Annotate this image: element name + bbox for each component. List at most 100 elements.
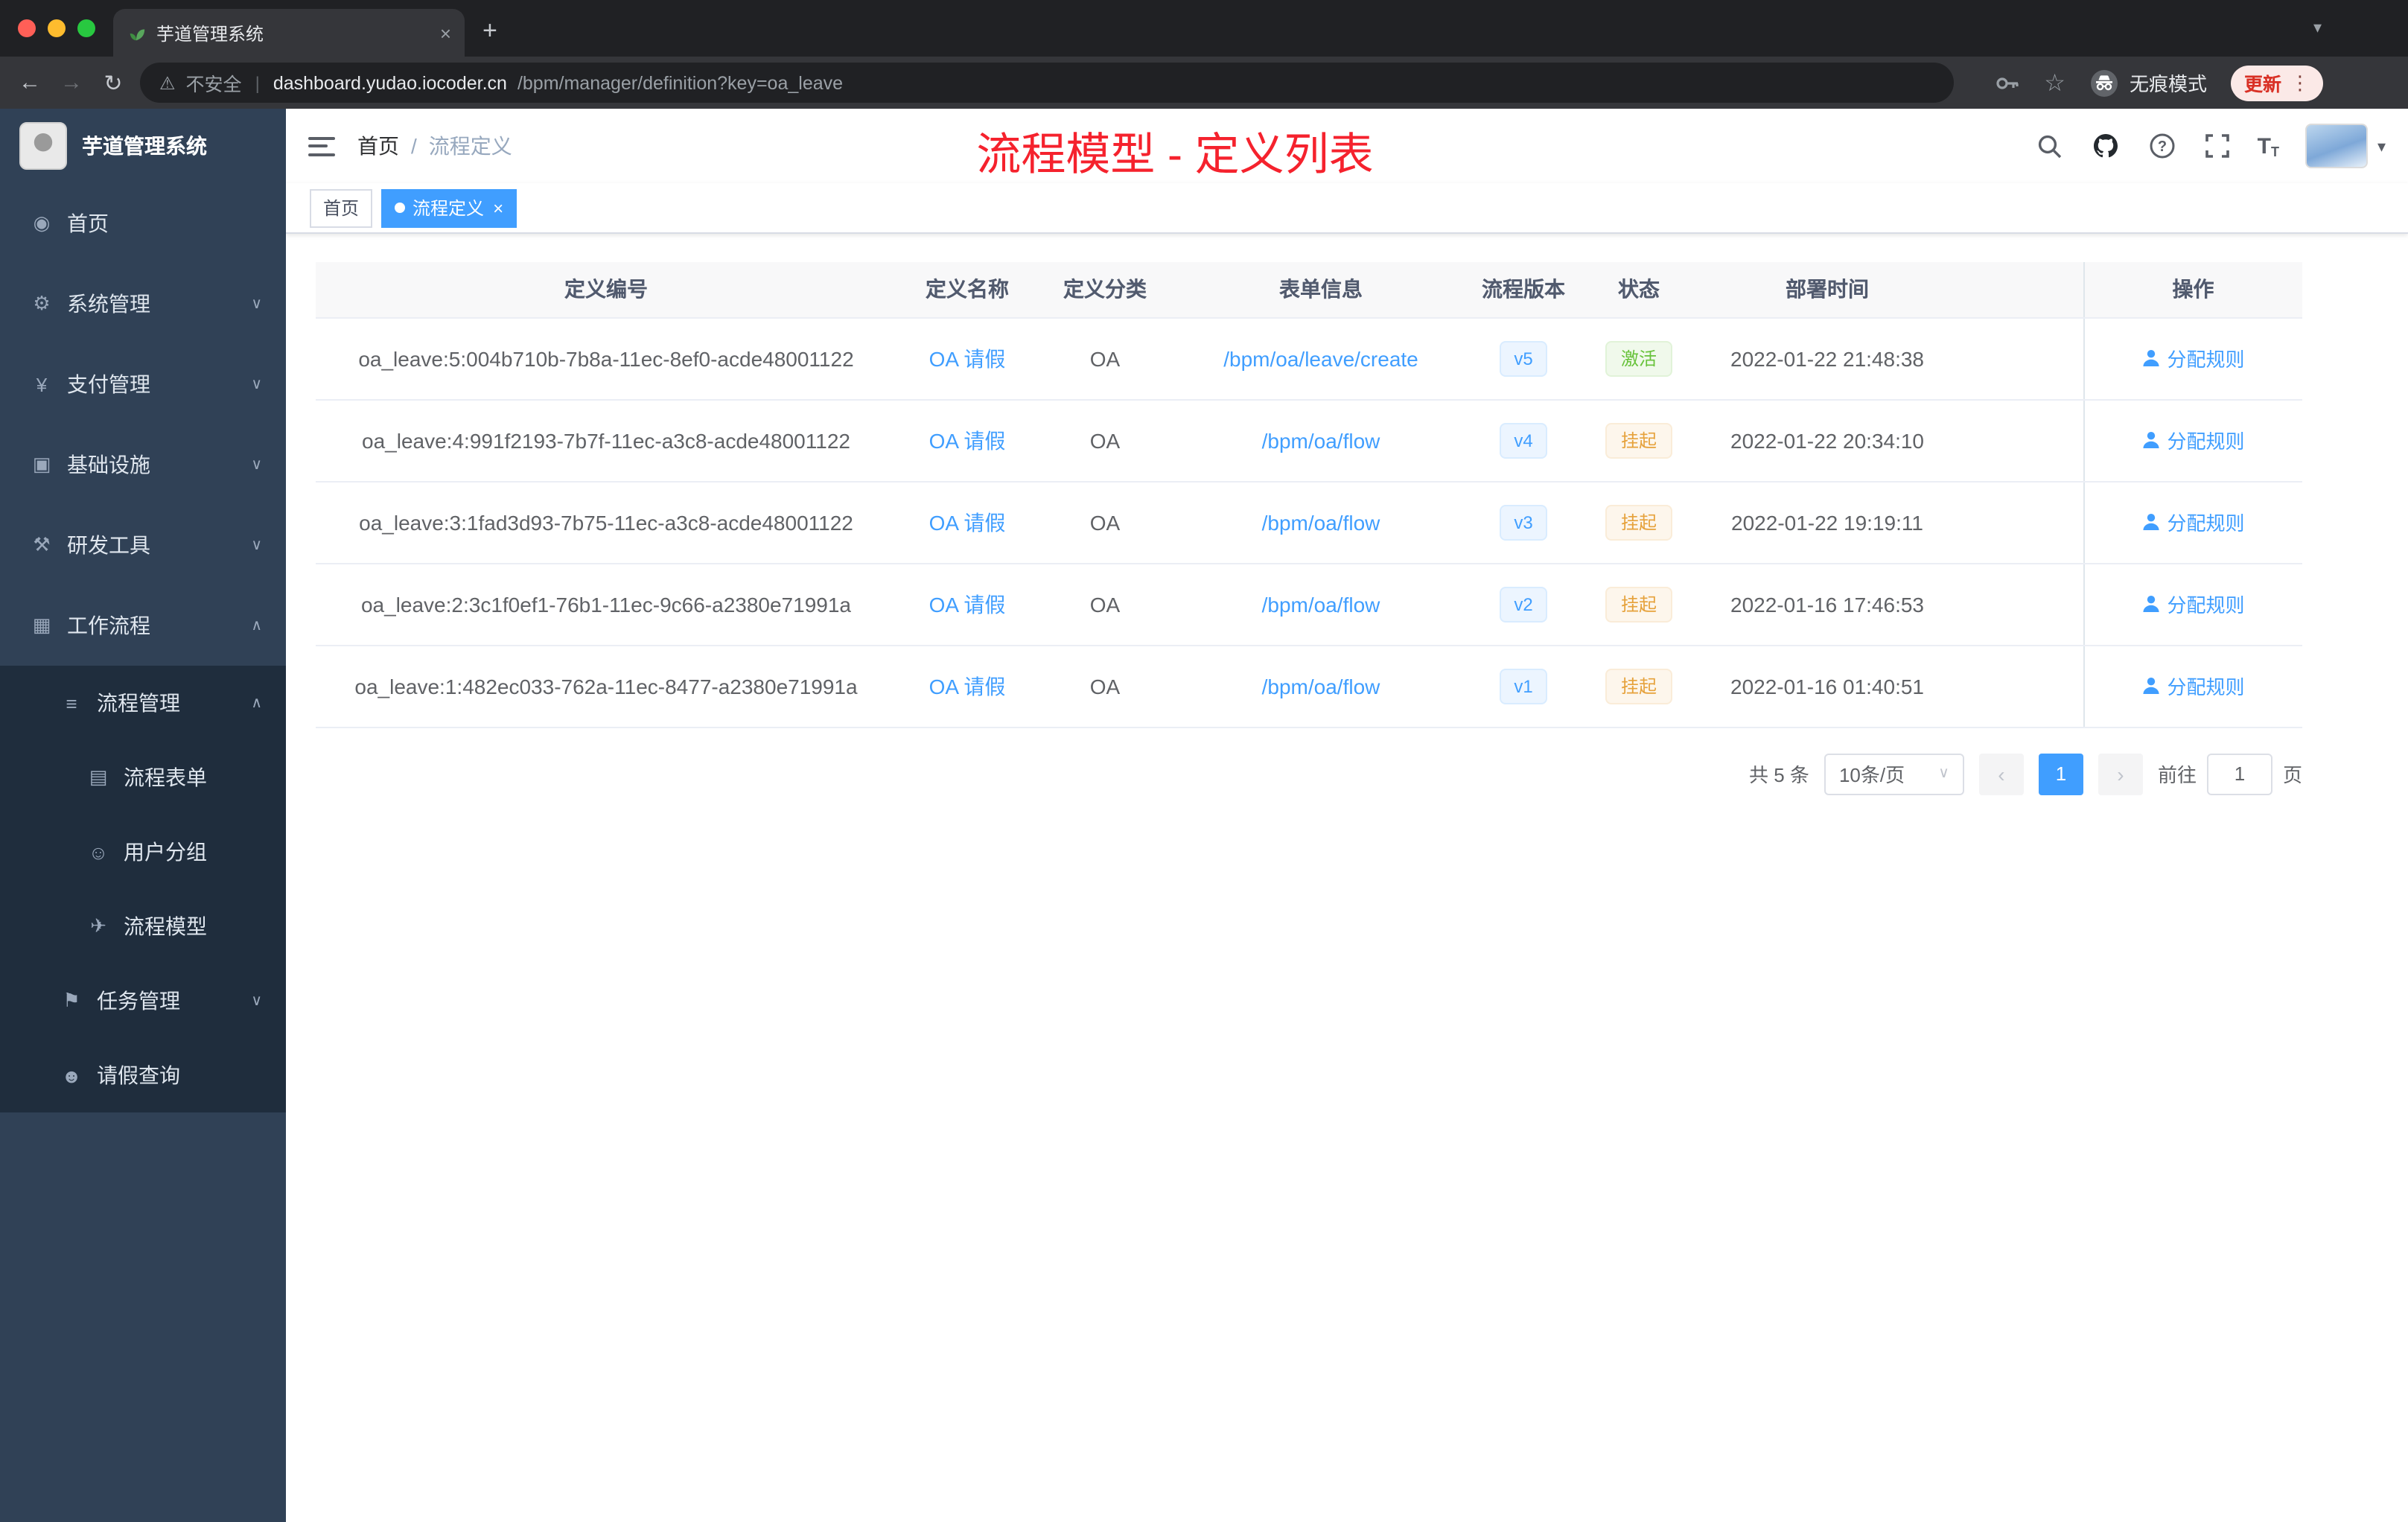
tag-process-definition[interactable]: 流程定义 × <box>381 188 517 227</box>
col-category: 定义分类 <box>1038 262 1172 318</box>
hamburger-icon[interactable] <box>308 136 335 156</box>
col-form-info: 表单信息 <box>1172 262 1470 318</box>
cell-form-link[interactable]: /bpm/oa/flow <box>1172 399 1470 482</box>
browser-tab[interactable]: 芋道管理系统 × <box>113 9 465 57</box>
user-icon <box>2143 596 2160 612</box>
sidebar-item-leave-query[interactable]: ☻ 请假查询 <box>0 1038 286 1112</box>
fullscreen-icon[interactable] <box>2204 133 2231 159</box>
sidebar-item-devtools[interactable]: ⚒ 研发工具 ∨ <box>0 505 286 585</box>
cell-definition-id: oa_leave:2:3c1f0ef1-76b1-11ec-9c66-a2380… <box>316 563 896 646</box>
browser-tabstrip: 芋道管理系统 × + ▾ <box>0 0 2408 57</box>
cell-action: 分配规则 <box>2083 645 2302 727</box>
cell-version: v2 <box>1470 563 1577 646</box>
cell-version: v4 <box>1470 399 1577 482</box>
sidebar-item-label: 支付管理 <box>67 372 150 396</box>
version-tag: v1 <box>1499 668 1548 704</box>
prev-page-button[interactable]: ‹ <box>1978 753 2024 795</box>
goto-page-input[interactable] <box>2206 753 2272 795</box>
user-avatar[interactable] <box>2305 124 2369 168</box>
assign-rule-link[interactable]: 分配规则 <box>2141 344 2245 372</box>
screen: 芋道管理系统 × + ▾ ← → ↻ ⚠ 不安全 | dashboard.yud… <box>0 0 2408 1522</box>
assign-rule-link[interactable]: 分配规则 <box>2141 508 2245 536</box>
password-key-icon[interactable] <box>1993 69 2020 96</box>
sidebar-item-process-model[interactable]: ✈ 流程模型 <box>0 889 286 964</box>
assign-rule-link[interactable]: 分配规则 <box>2141 590 2245 618</box>
cell-form-link[interactable]: /bpm/oa/leave/create <box>1172 317 1470 400</box>
next-page-button[interactable]: › <box>2098 753 2143 795</box>
sidebar-item-label: 任务管理 <box>97 989 180 1013</box>
tag-home[interactable]: 首页 <box>310 188 373 227</box>
cell-definition-name[interactable]: OA 请假 <box>896 399 1038 482</box>
assign-rule-link[interactable]: 分配规则 <box>2141 672 2245 700</box>
window-minimize-button[interactable] <box>48 19 66 37</box>
cell-category: OA <box>1038 645 1172 727</box>
goto-label: 前往 <box>2157 764 2197 786</box>
assign-rule-label: 分配规则 <box>2167 348 2245 371</box>
new-tab-button[interactable]: + <box>482 16 497 46</box>
cell-version: v3 <box>1470 481 1577 564</box>
cell-form-link[interactable]: /bpm/oa/flow <box>1172 481 1470 564</box>
sidebar-item-payment[interactable]: ¥ 支付管理 ∨ <box>0 344 286 424</box>
cell-filler <box>1954 563 2083 646</box>
cell-action: 分配规则 <box>2083 399 2302 482</box>
cell-version: v5 <box>1470 317 1577 400</box>
tag-close-icon[interactable]: × <box>493 197 503 218</box>
tab-search-icon[interactable]: ▾ <box>2313 18 2322 37</box>
assign-rule-link[interactable]: 分配规则 <box>2141 426 2245 454</box>
breadcrumb-current: 流程定义 <box>428 134 512 158</box>
cell-category: OA <box>1038 399 1172 482</box>
cell-form-link[interactable]: /bpm/oa/flow <box>1172 645 1470 727</box>
page-size-select[interactable]: 10条/页 ∨ <box>1823 753 1964 795</box>
sidebar-menu: ◉ 首页 ⚙ 系统管理 ∨ ¥ 支付管理 ∨ ▣ 基础设施 ∨ ⚒ 研发工具 ∨ ▦ 工作流程 ∧ ≡ 流程管理 ∧ ▤… <box>0 183 286 1112</box>
cell-deploy-time: 2022-01-16 17:46:53 <box>1701 563 1954 646</box>
sidebar-item-label: 基础设施 <box>67 453 150 477</box>
forward-icon[interactable]: → <box>54 70 89 95</box>
sidebar-item-home[interactable]: ◉ 首页 <box>0 183 286 264</box>
cell-definition-name[interactable]: OA 请假 <box>896 645 1038 727</box>
search-icon[interactable] <box>2036 132 2064 160</box>
sidebar-item-process-management[interactable]: ≡ 流程管理 ∧ <box>0 666 286 740</box>
cell-action: 分配规则 <box>2083 563 2302 646</box>
sidebar-item-infrastructure[interactable]: ▣ 基础设施 ∨ <box>0 424 286 505</box>
tag-label: 流程定义 <box>413 198 485 219</box>
window-close-button[interactable] <box>18 19 36 37</box>
sidebar-item-workflow[interactable]: ▦ 工作流程 ∧ <box>0 585 286 666</box>
col-status: 状态 <box>1577 262 1701 318</box>
dashboard-icon: ◉ <box>33 211 51 234</box>
browser-update-button[interactable]: 更新 ⋮ <box>2230 65 2323 101</box>
back-icon[interactable]: ← <box>12 70 48 95</box>
cell-category: OA <box>1038 317 1172 400</box>
cell-definition-name[interactable]: OA 请假 <box>896 563 1038 646</box>
bookmark-star-icon[interactable]: ☆ <box>2044 68 2065 98</box>
app-logo-image <box>19 122 67 170</box>
url-bar[interactable]: ⚠ 不安全 | dashboard.yudao.iocoder.cn/bpm/m… <box>140 63 1954 103</box>
cell-definition-name[interactable]: OA 请假 <box>896 317 1038 400</box>
sidebar-item-user-group[interactable]: ☺ 用户分组 <box>0 815 286 889</box>
reload-icon[interactable]: ↻ <box>95 69 131 96</box>
version-tag: v4 <box>1499 422 1548 458</box>
chevron-down-icon: ∨ <box>251 537 262 553</box>
incognito-badge: 无痕模式 <box>2089 68 2207 98</box>
chevron-down-icon: ∨ <box>251 456 262 473</box>
cell-definition-name[interactable]: OA 请假 <box>896 481 1038 564</box>
sidebar-item-label: 流程表单 <box>124 765 207 789</box>
breadcrumb-home[interactable]: 首页 <box>357 131 399 161</box>
process-list-icon: ≡ <box>66 692 77 714</box>
sidebar-item-label: 研发工具 <box>67 533 150 557</box>
font-size-icon[interactable]: TT <box>2258 133 2279 159</box>
sidebar-logo[interactable]: 芋道管理系统 <box>0 109 286 183</box>
version-tag: v5 <box>1499 340 1548 376</box>
github-icon[interactable] <box>2091 131 2121 161</box>
workflow-icon: ▦ <box>32 614 51 636</box>
help-icon[interactable]: ? <box>2147 131 2177 161</box>
sidebar-item-system[interactable]: ⚙ 系统管理 ∨ <box>0 264 286 344</box>
sidebar-item-process-form[interactable]: ▤ 流程表单 <box>0 740 286 815</box>
sidebar-item-task-management[interactable]: ⚑ 任务管理 ∨ <box>0 964 286 1038</box>
window-zoom-button[interactable] <box>77 19 95 37</box>
tab-close-icon[interactable]: × <box>440 23 451 42</box>
page-number-button[interactable]: 1 <box>2038 753 2083 795</box>
cell-form-link[interactable]: /bpm/oa/flow <box>1172 563 1470 646</box>
user-menu[interactable]: ▾ <box>2305 124 2386 168</box>
table-header-row: 定义编号 定义名称 定义分类 表单信息 流程版本 状态 部署时间 操作 <box>316 262 2302 318</box>
browser-menu-icon[interactable]: ⋮ <box>2290 71 2310 95</box>
